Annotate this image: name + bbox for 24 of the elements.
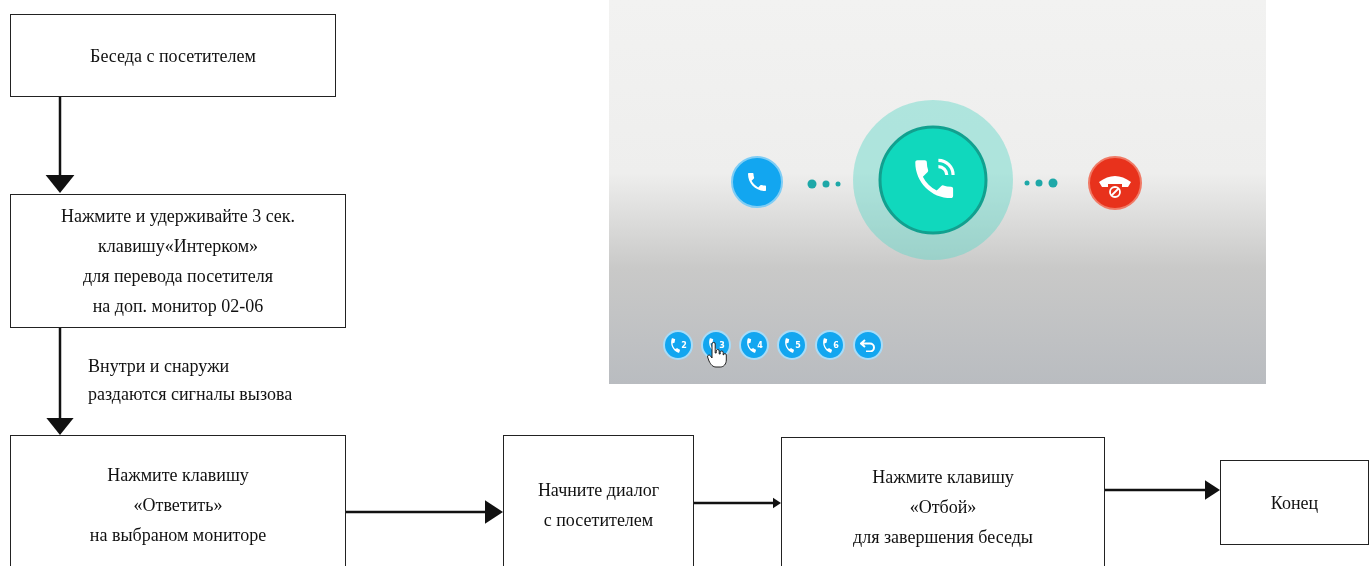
step-node: Нажмите клавишу «Ответить» на выбраном мониторе xyxy=(10,435,346,566)
end-node: Конец xyxy=(1220,460,1369,545)
back-button[interactable] xyxy=(853,330,883,360)
hang-up-button[interactable] xyxy=(1088,156,1142,210)
answer-button[interactable] xyxy=(853,100,1013,260)
phone-icon xyxy=(821,337,835,353)
intercom-button[interactable] xyxy=(731,156,783,208)
step-node: Беседа с посетителем xyxy=(10,14,336,97)
dots-icon xyxy=(1024,178,1058,188)
return-arrow-icon xyxy=(860,338,876,352)
step-node: Нажмите и удерживайте 3 сек. клавишу«Интерком» для перевода посетителя на доп. монитор 02-06 xyxy=(10,194,346,328)
step-node: Начните диалог с посетителем xyxy=(503,435,694,566)
hand-cursor-icon xyxy=(707,342,727,368)
monitor-button[interactable]: 4 xyxy=(739,330,769,360)
monitor-button[interactable]: 2 xyxy=(663,330,693,360)
monitor-button[interactable]: 6 xyxy=(815,330,845,360)
dots-icon xyxy=(807,179,841,189)
monitor-button[interactable]: 5 xyxy=(777,330,807,360)
step-node: Нажмите клавишу «Отбой» для завершения беседы xyxy=(781,437,1105,566)
phone-icon xyxy=(915,158,955,199)
phone-icon xyxy=(745,337,759,353)
phone-icon xyxy=(669,337,683,353)
phone-icon xyxy=(783,337,797,353)
flow-note: Внутри и снаружи раздаются сигналы вызова xyxy=(88,355,293,406)
